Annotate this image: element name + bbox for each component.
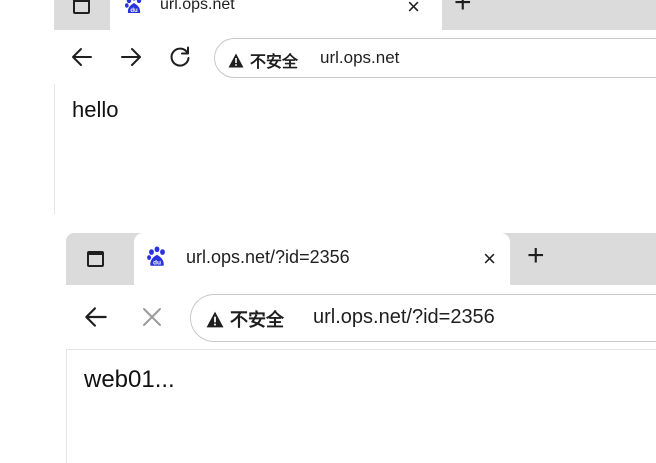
address-url[interactable]: url.ops.net — [320, 48, 399, 68]
address-bar[interactable]: 不安全 url.ops.net — [214, 38, 656, 78]
close-tab-icon[interactable]: × — [407, 0, 420, 18]
tab-actions-icon[interactable] — [78, 242, 112, 276]
tab-active[interactable]: du url.ops.net × — [110, 0, 442, 30]
tab-strip: du url.ops.net/?id=2356 × + — [66, 233, 656, 285]
tab-title: url.ops.net/?id=2356 — [186, 247, 350, 267]
close-tab-icon[interactable]: × — [483, 248, 496, 270]
stop-loading-icon[interactable] — [136, 301, 168, 333]
security-indicator[interactable]: 不安全 — [206, 306, 284, 332]
baidu-paw-icon: du — [147, 246, 165, 267]
back-arrow-icon[interactable] — [66, 41, 98, 73]
tab-actions-icon[interactable] — [64, 0, 98, 23]
toolbar: 不安全 url.ops.net — [54, 30, 656, 84]
tab-title: url.ops.net — [160, 0, 235, 13]
security-label: 不安全 — [250, 54, 299, 71]
address-url[interactable]: url.ops.net/?id=2356 — [313, 306, 495, 329]
reload-icon[interactable] — [164, 41, 196, 73]
svg-text:du: du — [130, 8, 138, 14]
toolbar: 不安全 url.ops.net/?id=2356 — [66, 285, 656, 350]
forward-arrow-icon[interactable] — [115, 41, 147, 73]
page-content: web01... — [66, 350, 656, 463]
security-label: 不安全 — [230, 310, 284, 330]
browser-window-2: du url.ops.net/?id=2356 × + 不安全 url.ops.… — [66, 233, 656, 463]
back-arrow-icon[interactable] — [80, 301, 112, 333]
svg-text:du: du — [153, 260, 161, 267]
browser-window-1: du url.ops.net × + 不安全 url.ops.net hello — [54, 0, 656, 214]
address-bar[interactable]: 不安全 url.ops.net/?id=2356 — [190, 294, 656, 342]
page-content: hello — [54, 84, 656, 214]
security-indicator[interactable]: 不安全 — [228, 48, 298, 72]
new-tab-icon[interactable]: + — [454, 0, 472, 18]
new-tab-icon[interactable]: + — [527, 241, 545, 271]
baidu-paw-icon: du — [125, 0, 142, 14]
warning-triangle-icon — [206, 311, 224, 327]
warning-triangle-icon — [228, 53, 244, 67]
page-body-text: hello — [72, 97, 119, 122]
tab-active[interactable]: du url.ops.net/?id=2356 × — [134, 233, 510, 285]
tab-strip: du url.ops.net × + — [54, 0, 656, 30]
page-body-text: web01... — [84, 366, 175, 393]
